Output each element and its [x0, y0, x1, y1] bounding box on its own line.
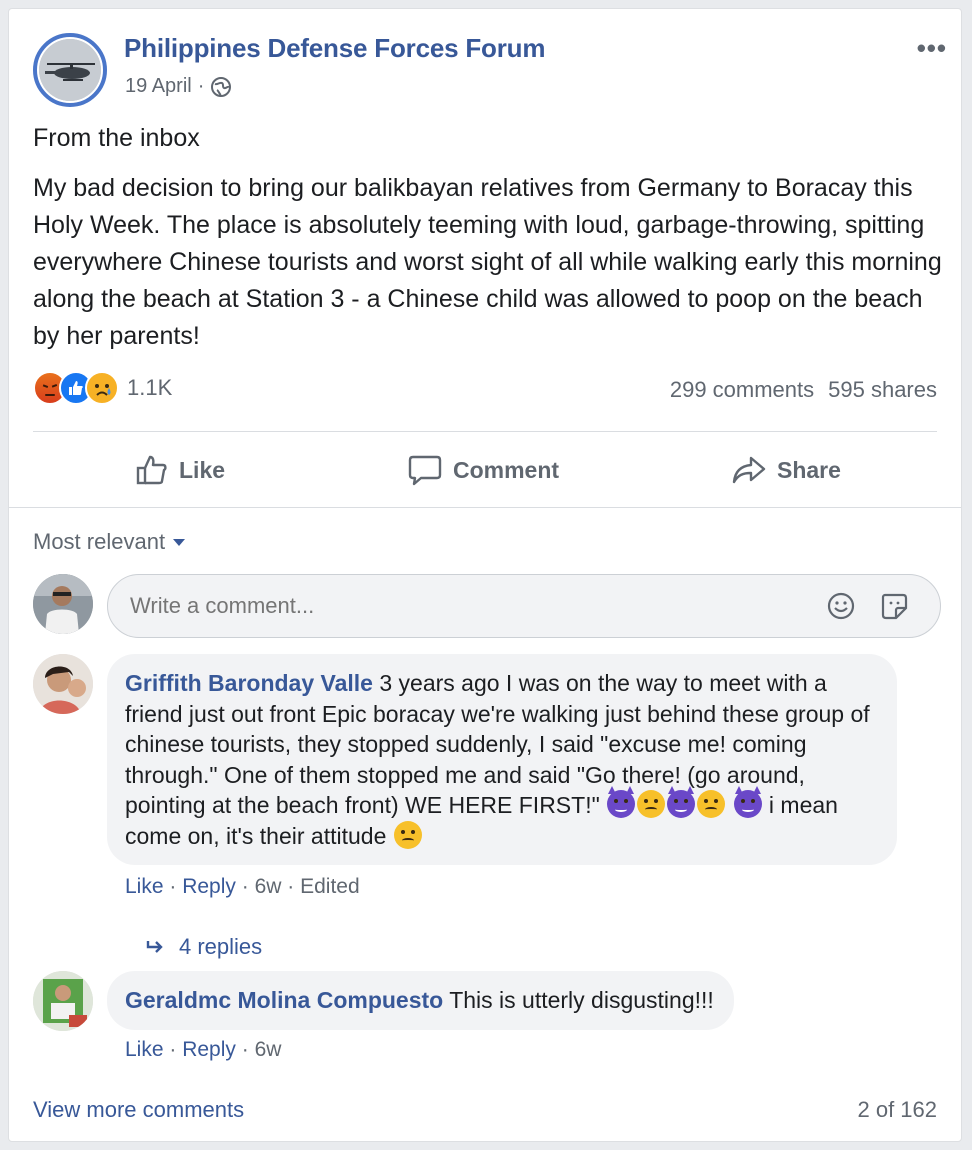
meta-separator: · — [197, 75, 205, 97]
comment-icon — [408, 455, 442, 486]
angry-face-icon — [637, 790, 666, 818]
smiling-devil-icon — [733, 786, 762, 818]
comment-input[interactable] — [107, 574, 941, 638]
angry-face-icon — [697, 790, 726, 818]
comment-like-link[interactable]: Like — [125, 875, 164, 898]
comment-author[interactable]: Griffith Baronday Valle — [125, 670, 373, 696]
comment-like-link[interactable]: Like — [125, 1038, 164, 1061]
share-label: Share — [777, 456, 841, 483]
comments-pagination-count: 2 of 162 — [857, 1097, 937, 1122]
comment-meta: Like · Reply · 6w · Edited — [125, 875, 360, 898]
more-options-button[interactable]: ••• — [917, 33, 947, 64]
reply-arrow-icon — [146, 941, 163, 953]
sort-label: Most relevant — [33, 529, 166, 554]
divider — [9, 507, 961, 508]
like-button[interactable]: Like — [135, 453, 225, 487]
globe-icon — [211, 76, 232, 97]
like-label: Like — [179, 456, 226, 483]
sad-icon — [85, 371, 119, 405]
share-button[interactable]: Share — [731, 453, 841, 487]
commenter-avatar[interactable] — [33, 654, 93, 714]
comment-bubble: Griffith Baronday Valle 3 years ago I wa… — [107, 654, 897, 865]
replies-label: 4 replies — [179, 934, 263, 959]
comment-author[interactable]: Geraldmc Molina Compuesto — [125, 987, 443, 1013]
comment-edited[interactable]: Edited — [300, 875, 360, 898]
post-title: From the inbox — [33, 124, 200, 152]
view-more-comments-link[interactable]: View more comments — [33, 1097, 244, 1123]
comment-reply-link[interactable]: Reply — [182, 875, 236, 898]
comment-reply-link[interactable]: Reply — [182, 1038, 236, 1061]
view-replies-link[interactable]: 4 replies — [145, 934, 262, 960]
smiling-devil-icon — [667, 786, 696, 818]
comment-text: This is utterly disgusting!!! — [443, 987, 714, 1013]
commenter-avatar[interactable] — [33, 971, 93, 1031]
reaction-count[interactable]: 1.1K — [127, 375, 172, 401]
comment-time[interactable]: 6w — [255, 1038, 282, 1061]
caret-down-icon — [173, 538, 186, 546]
page-name[interactable]: Philippines Defense Forces Forum — [124, 33, 545, 64]
comment-time[interactable]: 6w — [255, 875, 282, 898]
smiling-devil-icon — [607, 786, 636, 818]
share-icon — [732, 456, 766, 484]
angry-face-icon — [393, 820, 422, 849]
page-avatar[interactable] — [33, 33, 107, 107]
comment-button[interactable]: Comment — [407, 453, 559, 487]
sort-dropdown[interactable]: Most relevant — [33, 529, 186, 555]
helicopter-icon — [39, 39, 101, 101]
emoji-icon[interactable] — [826, 591, 856, 621]
thumbs-up-icon — [136, 455, 167, 485]
comments-count[interactable]: 299 comments — [670, 377, 814, 403]
engagement-counts: 299 comments 595 shares — [670, 377, 937, 403]
comment-bubble: Geraldmc Molina Compuesto This is utterl… — [107, 971, 734, 1030]
comment-meta: Like · Reply · 6w — [125, 1038, 282, 1061]
sticker-icon[interactable] — [879, 591, 909, 621]
reactions-summary[interactable]: 1.1K — [33, 371, 172, 405]
post-meta: 19 April · — [125, 75, 232, 98]
divider — [33, 431, 937, 432]
post-text: My bad decision to bring our balikbayan … — [33, 174, 942, 350]
comment-label: Comment — [453, 456, 560, 483]
post-date[interactable]: 19 April — [125, 75, 192, 98]
shares-count[interactable]: 595 shares — [828, 377, 937, 403]
current-user-avatar[interactable] — [33, 574, 93, 634]
post-card: Philippines Defense Forces Forum 19 Apri… — [8, 8, 962, 1142]
